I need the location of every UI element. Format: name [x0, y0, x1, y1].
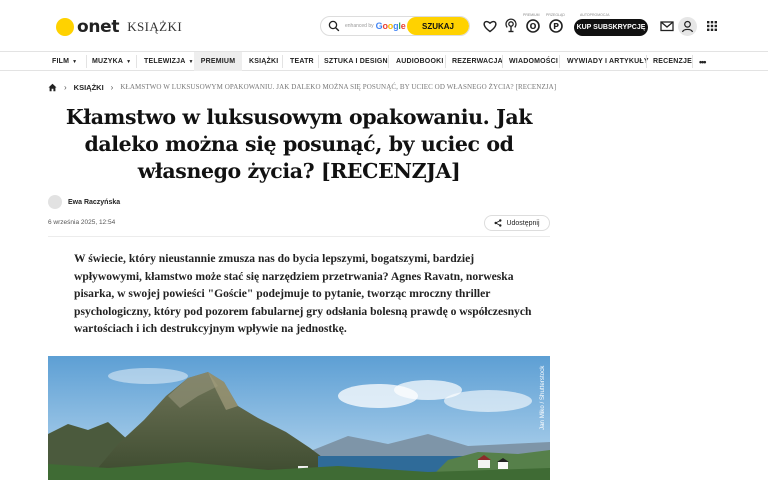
breadcrumb-current: KŁAMSTWO W LUKSUSOWYM OPAKOWANIU. JAK DA… [120, 83, 557, 91]
landscape-illustration [48, 356, 550, 480]
podcast-icon[interactable] [503, 18, 519, 34]
nav-divider [445, 55, 446, 68]
nav-divider [692, 55, 693, 68]
chevron-down-icon: ▼ [126, 58, 132, 65]
nav-divider [559, 55, 560, 68]
search-icon [328, 20, 340, 32]
nav-item-telewizja[interactable]: TELEWIZJA ▼ [144, 52, 194, 71]
article-title-line: daleko można się posunąć, by uciec od [84, 132, 514, 156]
share-button[interactable]: Udostępnij [484, 215, 550, 231]
search-button[interactable]: SZUKAJ [407, 17, 469, 35]
apps-grid-icon[interactable] [704, 18, 720, 34]
user-icon[interactable] [678, 17, 697, 36]
publish-date: 6 września 2025, 12:54 [48, 219, 116, 226]
avatar [48, 195, 62, 209]
nav-divider [86, 55, 87, 68]
nav-divider [388, 55, 389, 68]
search-powered: enhanced by [345, 23, 374, 29]
przeglad-label: PRZEGLĄD [546, 13, 565, 17]
onet-logo[interactable]: onet KSIĄŻKI [56, 17, 182, 37]
svg-text:O: O [530, 22, 537, 31]
author-name: Ewa Raczyńska [68, 198, 121, 206]
nav-item-recenzje[interactable]: RECENZJE [653, 52, 692, 71]
nav-divider [136, 55, 137, 68]
logo-dot [56, 18, 74, 36]
nav-divider [282, 55, 283, 68]
news-review-icon[interactable]: P [548, 18, 564, 34]
heart-icon[interactable] [482, 18, 498, 34]
breadcrumb: › KSIĄŻKI › KŁAMSTWO W LUKSUSOWYM OPAKOW… [48, 81, 556, 93]
logo-text: onet [77, 17, 120, 37]
nav-item-audiobooki[interactable]: AUDIOBOOKI [396, 52, 444, 71]
nav-item-muzyka[interactable]: MUZYKA ▼ [92, 52, 131, 71]
home-icon[interactable] [48, 83, 57, 92]
nav-item-wiadomosci[interactable]: WIADOMOŚCI [509, 52, 558, 71]
nav-divider [318, 55, 319, 68]
premium-label: PREMIUM [523, 13, 540, 17]
logo-section: KSIĄŻKI [127, 19, 183, 34]
main-nav: FILM ▼ MUZYKA ▼ TELEWIZJA ▼ PREMIUM KSIĄŻKI… [0, 51, 768, 71]
svg-text:P: P [553, 22, 559, 31]
article-title-line: własnego życia? [RECENZJA] [137, 159, 461, 183]
nav-item-teatr[interactable]: TEATR [290, 52, 314, 71]
photo-credit: Jan Miko / Shutterstock [539, 365, 546, 430]
share-icon [494, 219, 502, 227]
chevron-right-icon: › [110, 82, 114, 92]
nav-item-wywiady[interactable]: WYWIADY I ARTYKUŁY [567, 52, 649, 71]
divider [48, 236, 550, 237]
subscribe-top-label: AUTOPROMOCJA [580, 13, 610, 17]
site-header: onet KSIĄŻKI enhanced by Google SZUKAJ P… [0, 0, 768, 52]
chevron-down-icon: ▼ [72, 58, 78, 65]
search-google-logo: Google [375, 21, 406, 31]
mail-icon[interactable] [659, 18, 675, 34]
chevron-right-icon: › [64, 82, 67, 92]
article-photo[interactable]: Jan Miko / Shutterstock [48, 356, 550, 480]
share-label: Udostępnij [506, 219, 540, 227]
nav-item-ksiazki[interactable]: KSIĄŻKI [249, 52, 278, 71]
nav-item-film[interactable]: FILM ▼ [52, 52, 77, 71]
nav-more-button[interactable]: ••• [699, 52, 707, 71]
nav-divider [502, 55, 503, 68]
search-box[interactable]: enhanced by Google SZUKAJ [320, 16, 470, 36]
photo-credit-text: Jan Miko / Shutterstock [539, 365, 546, 430]
breadcrumb-section[interactable]: KSIĄŻKI [74, 83, 104, 92]
article-title: Kłamstwo w luksusowym opakowaniu. Jak da… [60, 104, 538, 185]
nav-item-sztuka[interactable]: SZTUKA I DESIGN [324, 52, 388, 71]
author[interactable]: Ewa Raczyńska [48, 195, 120, 209]
subscribe-button[interactable]: KUP SUBSKRYPCJĘ [574, 19, 648, 36]
premium-icon[interactable]: O [525, 18, 541, 34]
nav-item-premium[interactable]: PREMIUM [194, 52, 242, 71]
nav-divider [646, 55, 647, 68]
chevron-down-icon: ▼ [188, 58, 194, 65]
article-title-line: Kłamstwo w luksusowym opakowaniu. Jak [65, 105, 533, 129]
article-lead: W świecie, który nieustannie zmusza nas … [74, 252, 532, 336]
nav-item-rezerwacja[interactable]: REZERWACJA [452, 52, 503, 71]
